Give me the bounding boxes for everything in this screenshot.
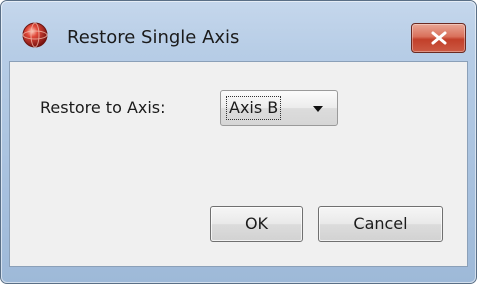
axis-select-value: Axis B <box>226 96 282 120</box>
dialog-title: Restore Single Axis <box>67 27 240 48</box>
ok-button[interactable]: OK <box>210 206 303 242</box>
axis-select[interactable]: Axis B <box>220 90 338 126</box>
dialog-window: Restore Single Axis Restore to Axis: Axi… <box>0 0 477 284</box>
close-x-icon <box>431 31 447 45</box>
dialog-body: Restore to Axis: Axis B OK Cancel <box>9 61 468 267</box>
cancel-button[interactable]: Cancel <box>318 206 443 242</box>
restore-axis-label: Restore to Axis: <box>40 98 166 117</box>
title-bar[interactable]: Restore Single Axis <box>1 1 476 53</box>
app-sphere-icon <box>21 21 49 49</box>
close-button[interactable] <box>411 23 466 53</box>
chevron-down-icon <box>313 106 323 112</box>
